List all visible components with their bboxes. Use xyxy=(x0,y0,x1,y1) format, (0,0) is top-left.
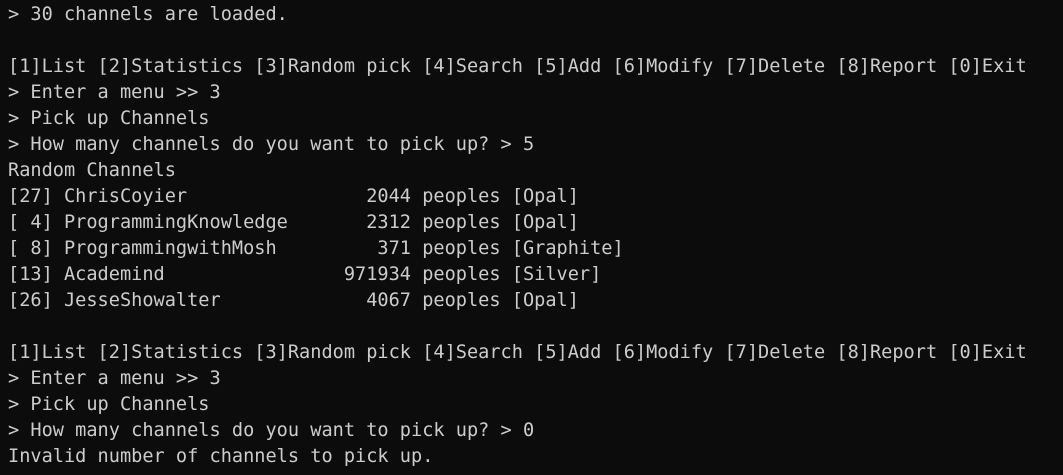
menu-input-line: > Enter a menu >> 3 xyxy=(8,368,221,389)
channel-row: [13] Academind 971934 peoples [Silver] xyxy=(8,264,602,285)
channel-row: [27] ChrisCoyier 2044 peoples [Opal] xyxy=(8,186,579,207)
pick-up-header-line: > Pick up Channels xyxy=(8,394,210,415)
pick-count-prompt-line: > How many channels do you want to pick … xyxy=(8,134,535,155)
pick-up-header-line: > Pick up Channels xyxy=(8,108,210,129)
menu-options-line: [1]List [2]Statistics [3]Random pick [4]… xyxy=(8,56,1027,77)
status-line-channels-loaded: > 30 channels are loaded. xyxy=(8,4,288,25)
menu-input-line: > Enter a menu >> 3 xyxy=(8,82,221,103)
channel-row: [ 4] ProgrammingKnowledge 2312 peoples [… xyxy=(8,212,579,233)
random-channels-title: Random Channels xyxy=(8,160,176,181)
terminal-output[interactable]: > 30 channels are loaded. [1]List [2]Sta… xyxy=(0,0,1063,475)
channel-row: [ 8] ProgrammingwithMosh 371 peoples [Gr… xyxy=(8,238,624,259)
menu-options-line: [1]List [2]Statistics [3]Random pick [4]… xyxy=(8,342,1027,363)
channel-row: [26] JesseShowalter 4067 peoples [Opal] xyxy=(8,290,579,311)
error-message-line: Invalid number of channels to pick up. xyxy=(8,446,434,467)
pick-count-prompt-line: > How many channels do you want to pick … xyxy=(8,420,535,441)
